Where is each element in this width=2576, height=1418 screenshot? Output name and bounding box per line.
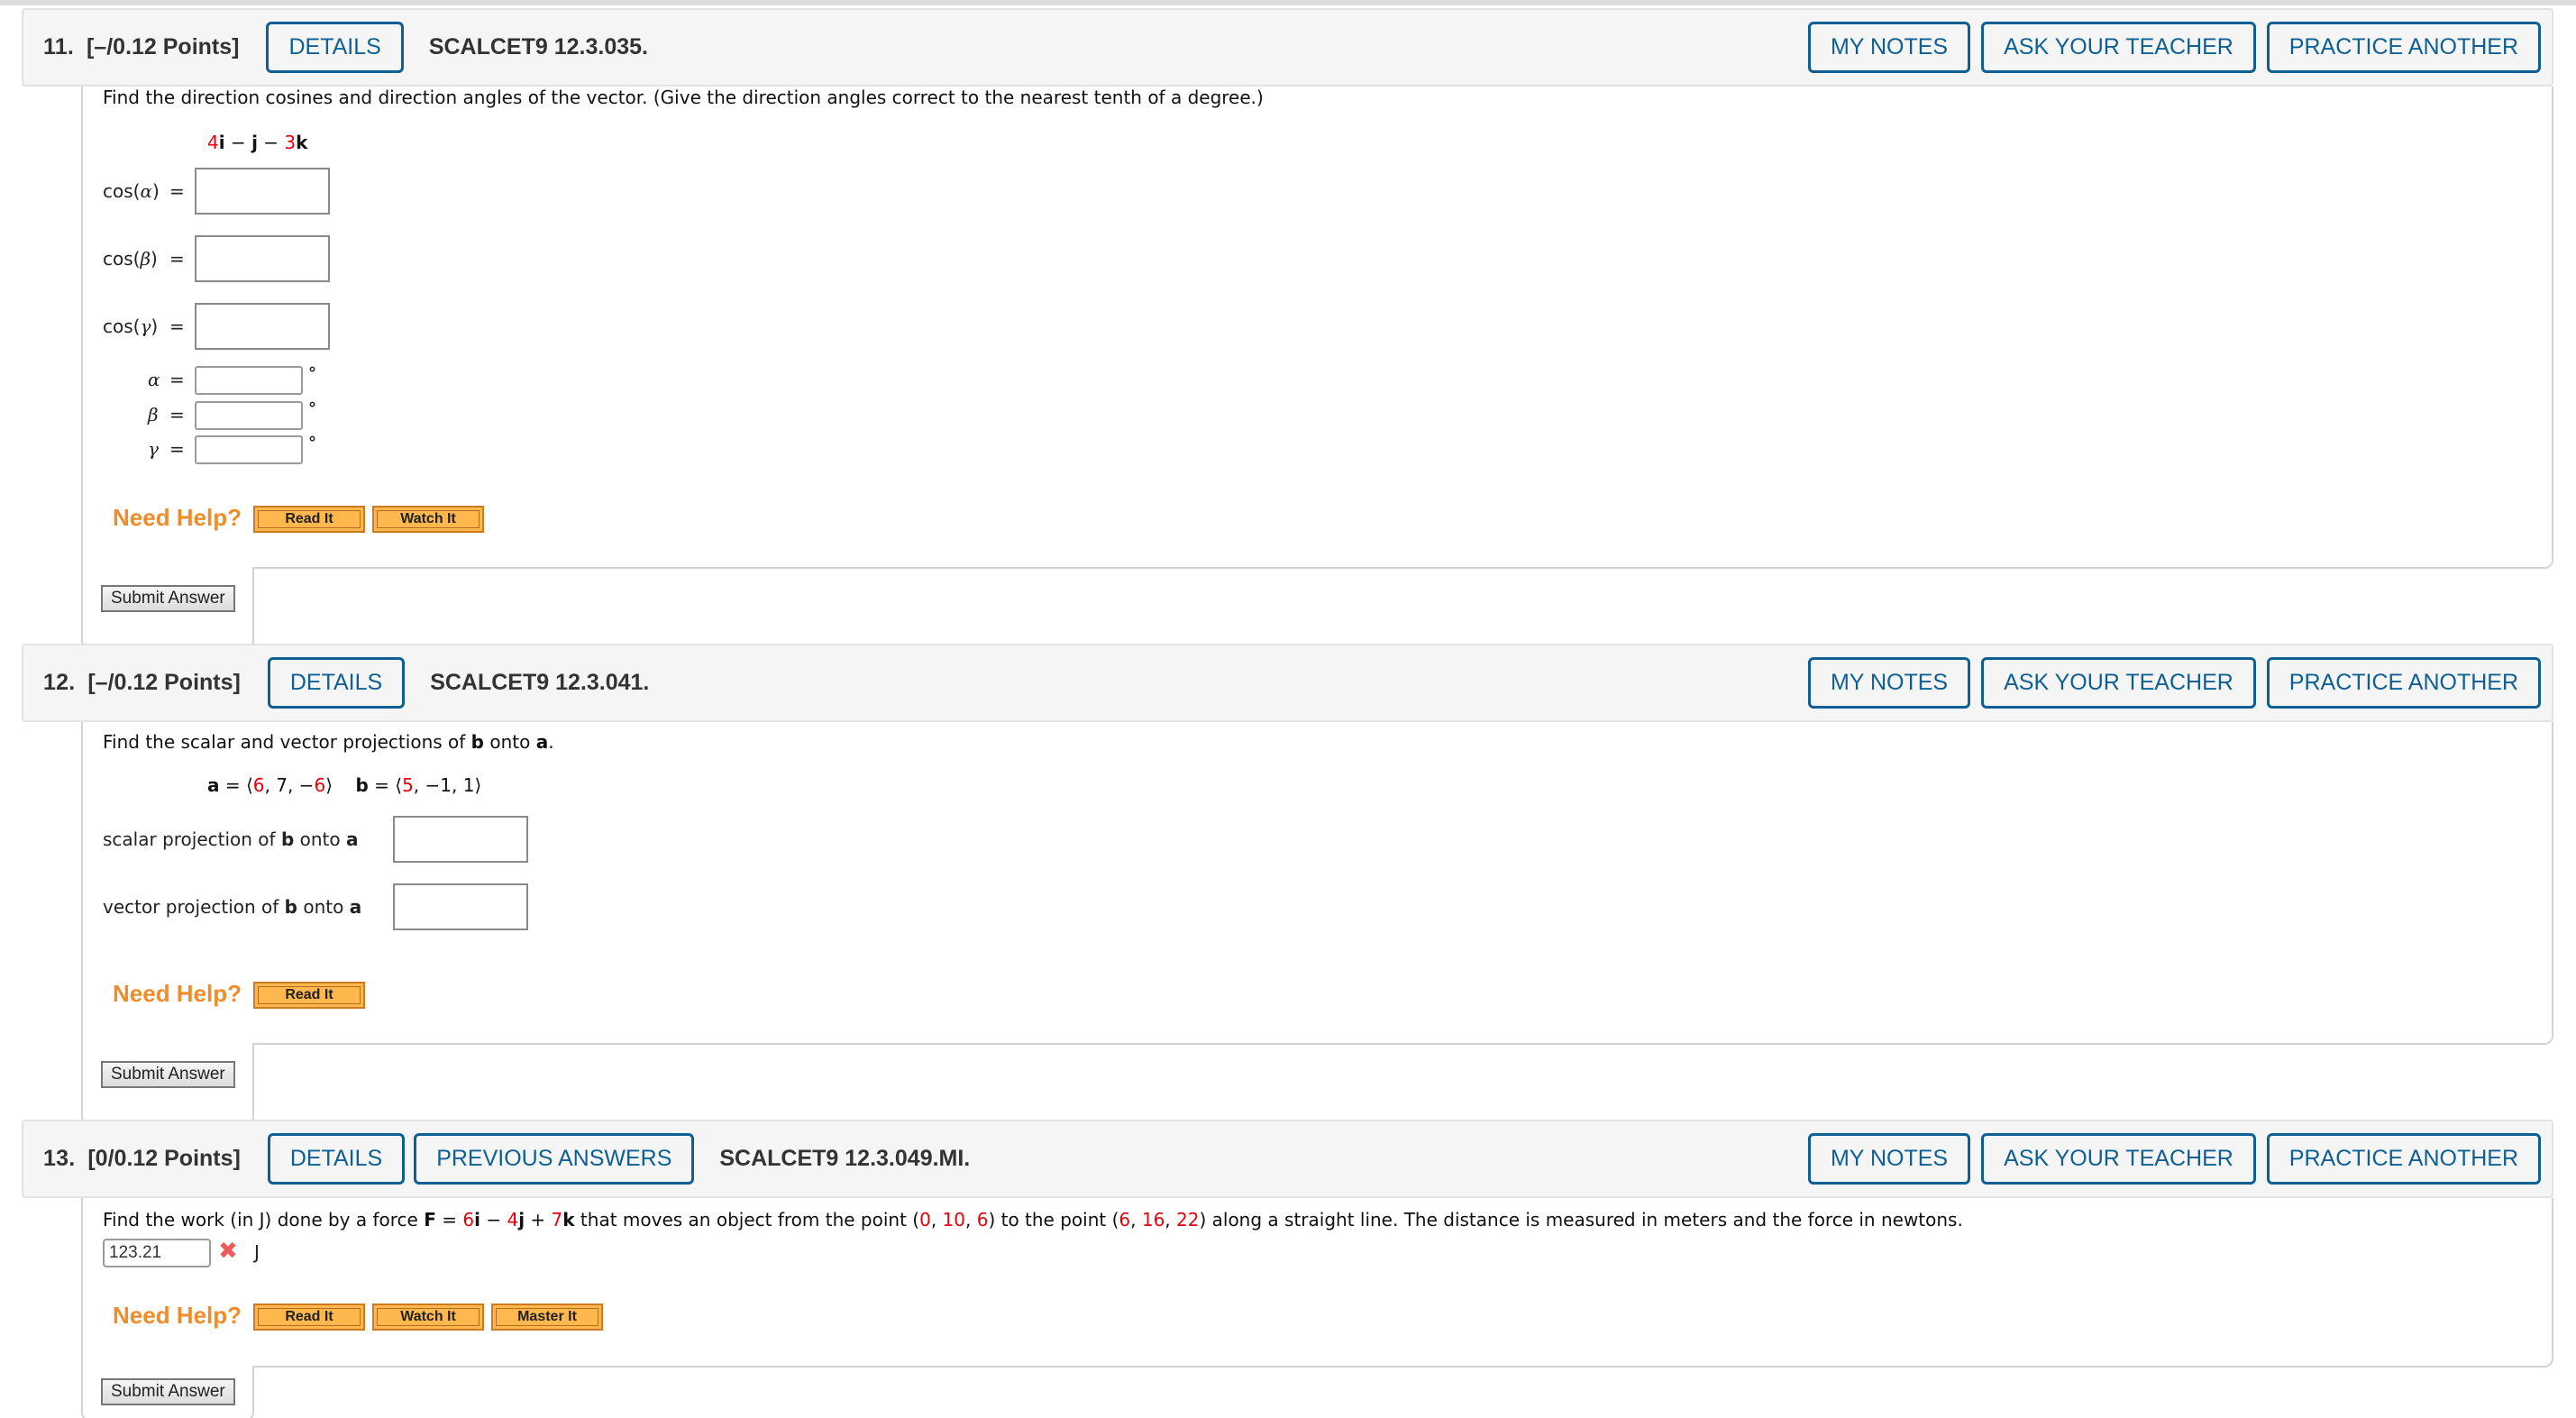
alpha-label: α bbox=[148, 369, 160, 390]
practice-another-button[interactable]: PRACTICE ANOTHER bbox=[2266, 1133, 2541, 1185]
degree-symbol: ° bbox=[308, 364, 316, 383]
question-header: 12. [–/0.12 Points] DETAILS SCALCET9 12.… bbox=[22, 644, 2553, 722]
header-actions: MY NOTES ASK YOUR TEACHER PRACTICE ANOTH… bbox=[1807, 22, 2541, 73]
incorrect-icon: ✖ bbox=[218, 1238, 238, 1265]
equals-sign: = bbox=[169, 404, 185, 425]
watch-it-button[interactable]: Watch It bbox=[372, 1304, 484, 1331]
scalar-projection-label: scalar projection of b onto a bbox=[103, 828, 359, 850]
cos-alpha-input[interactable] bbox=[195, 168, 330, 215]
read-it-button[interactable]: Read It bbox=[253, 982, 365, 1009]
equals-sign: = bbox=[169, 180, 185, 202]
read-it-button[interactable]: Read It bbox=[253, 506, 365, 533]
question-number: 12. bbox=[43, 670, 76, 695]
question-number: 11. bbox=[43, 34, 74, 59]
equals-sign: = bbox=[169, 438, 185, 460]
page-top-border bbox=[0, 0, 2576, 5]
submit-answer-button[interactable]: Submit Answer bbox=[101, 585, 235, 612]
scalar-projection-input[interactable] bbox=[393, 816, 528, 863]
gamma-label: γ bbox=[148, 438, 159, 460]
submit-area: Submit Answer bbox=[81, 1362, 254, 1418]
cos-beta-input[interactable] bbox=[195, 235, 330, 282]
question-header: 13. [0/0.12 Points] DETAILS PREVIOUS ANS… bbox=[22, 1120, 2553, 1198]
beta-input[interactable] bbox=[195, 401, 303, 430]
question-prompt: Find the scalar and vector projections o… bbox=[103, 731, 554, 753]
need-help-label: Need Help? bbox=[113, 1302, 242, 1329]
degree-symbol: ° bbox=[308, 399, 316, 418]
equals-sign: = bbox=[169, 248, 185, 270]
header-actions: MY NOTES ASK YOUR TEACHER PRACTICE ANOTH… bbox=[1807, 1133, 2541, 1185]
question-body: Find the direction cosines and direction… bbox=[81, 87, 2553, 569]
previous-answers-button[interactable]: PREVIOUS ANSWERS bbox=[414, 1133, 695, 1185]
degree-symbol: ° bbox=[308, 434, 316, 453]
question-body: Find the scalar and vector projections o… bbox=[81, 722, 2553, 1045]
header-actions: MY NOTES ASK YOUR TEACHER PRACTICE ANOTH… bbox=[1807, 657, 2541, 709]
submit-answer-button[interactable]: Submit Answer bbox=[101, 1061, 235, 1088]
question-header: 11. [–/0.12 Points] DETAILS SCALCET9 12.… bbox=[22, 8, 2553, 87]
master-it-button[interactable]: Master It bbox=[491, 1304, 603, 1331]
question-prompt: Find the direction cosines and direction… bbox=[103, 87, 1264, 108]
question-body: Find the work (in J) done by a force F =… bbox=[81, 1198, 2553, 1368]
cos-gamma-input[interactable] bbox=[195, 303, 330, 350]
vectors-expression: a = ⟨6, 7, −6⟩ b = ⟨5, −1, 1⟩ bbox=[207, 774, 482, 796]
details-button[interactable]: DETAILS bbox=[267, 657, 406, 709]
my-notes-button[interactable]: MY NOTES bbox=[1807, 657, 1971, 709]
gamma-input[interactable] bbox=[195, 435, 303, 464]
my-notes-button[interactable]: MY NOTES bbox=[1807, 22, 1971, 73]
beta-label: β bbox=[148, 404, 159, 425]
equals-sign: = bbox=[169, 369, 185, 390]
ask-teacher-button[interactable]: ASK YOUR TEACHER bbox=[1981, 1133, 2256, 1185]
question-points: [–/0.12 Points] bbox=[86, 34, 240, 59]
work-answer-input[interactable]: 123.21 bbox=[103, 1239, 211, 1267]
need-help-label: Need Help? bbox=[113, 504, 242, 531]
submit-area: Submit Answer bbox=[81, 563, 254, 650]
need-help-label: Need Help? bbox=[113, 980, 242, 1007]
ask-teacher-button[interactable]: ASK YOUR TEACHER bbox=[1981, 657, 2256, 709]
details-button[interactable]: DETAILS bbox=[266, 22, 404, 73]
cos-beta-label: cos(β) bbox=[103, 248, 158, 270]
watch-it-button[interactable]: Watch It bbox=[372, 506, 484, 533]
submit-area: Submit Answer bbox=[81, 1039, 254, 1126]
submit-answer-button[interactable]: Submit Answer bbox=[101, 1378, 235, 1405]
question-points: [0/0.12 Points] bbox=[87, 1146, 241, 1171]
equals-sign: = bbox=[169, 316, 185, 337]
question-code: SCALCET9 12.3.041. bbox=[430, 670, 650, 695]
cos-alpha-label: cos(α) bbox=[103, 180, 160, 202]
vector-projection-input[interactable] bbox=[393, 883, 528, 930]
question-code: SCALCET9 12.3.049.MI. bbox=[719, 1146, 971, 1171]
details-button[interactable]: DETAILS bbox=[267, 1133, 406, 1185]
read-it-button[interactable]: Read It bbox=[253, 1304, 365, 1331]
practice-another-button[interactable]: PRACTICE ANOTHER bbox=[2266, 657, 2541, 709]
ask-teacher-button[interactable]: ASK YOUR TEACHER bbox=[1981, 22, 2256, 73]
alpha-input[interactable] bbox=[195, 366, 303, 395]
vector-expression: 4i − j − 3k bbox=[207, 132, 308, 153]
question-number: 13. bbox=[43, 1146, 76, 1171]
unit-label: J bbox=[254, 1241, 260, 1263]
question-points: [–/0.12 Points] bbox=[87, 670, 241, 695]
my-notes-button[interactable]: MY NOTES bbox=[1807, 1133, 1971, 1185]
question-prompt: Find the work (in J) done by a force F =… bbox=[103, 1209, 1963, 1230]
vector-projection-label: vector projection of b onto a bbox=[103, 896, 362, 918]
question-code: SCALCET9 12.3.035. bbox=[428, 34, 648, 59]
cos-gamma-label: cos(γ) bbox=[103, 316, 159, 337]
practice-another-button[interactable]: PRACTICE ANOTHER bbox=[2266, 22, 2541, 73]
